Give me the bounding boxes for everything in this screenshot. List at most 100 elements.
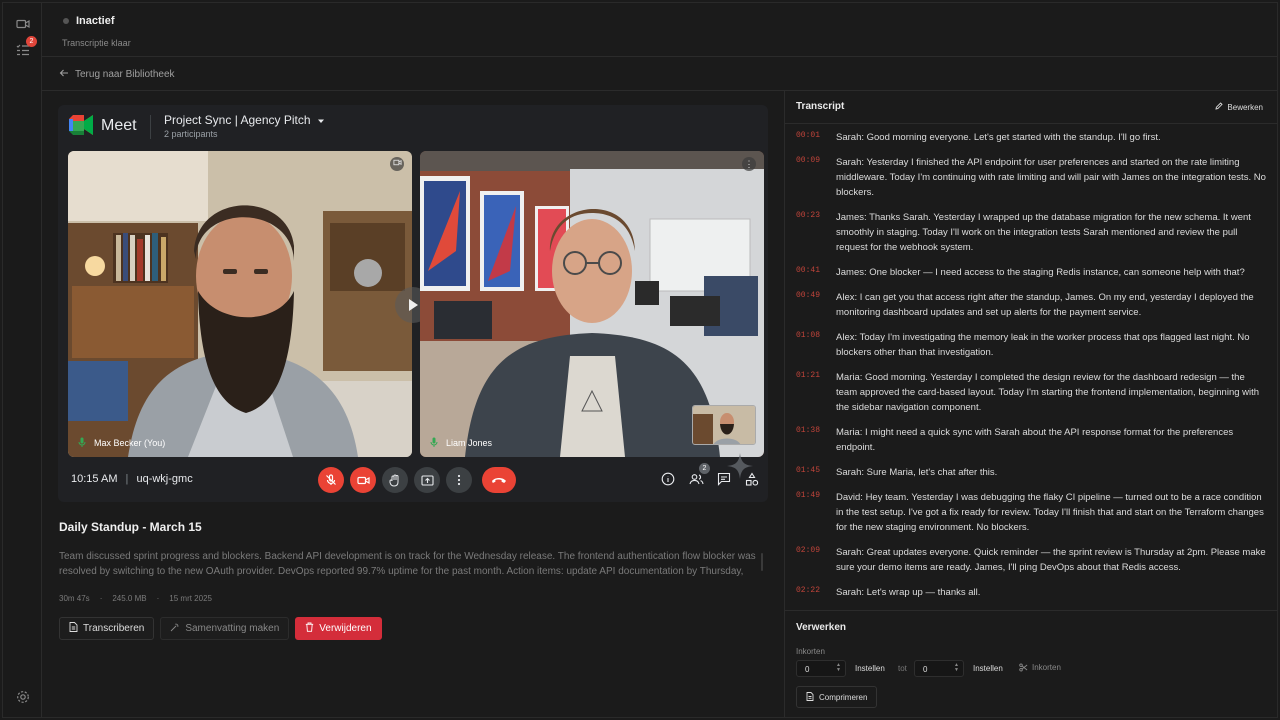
app-window: 2 Inactief Transcriptie klaar Terug naar… xyxy=(2,2,1278,718)
status-dot xyxy=(63,18,69,24)
timestamp[interactable]: 02:09 xyxy=(796,545,836,575)
end-call-button[interactable] xyxy=(482,467,516,493)
recording-size: 245.0 MB xyxy=(112,594,147,603)
process-title: Verwerken xyxy=(796,622,847,633)
compress-button[interactable]: Comprimeren xyxy=(796,686,878,708)
separator: · xyxy=(99,594,103,603)
edit-button[interactable]: Bewerken xyxy=(1215,102,1263,112)
participant-name: Max Becker (You) xyxy=(78,437,165,449)
meeting-time: 10:15 AM | uq-wkj-gmc xyxy=(71,473,193,485)
pencil-icon xyxy=(1215,102,1224,112)
separator: | xyxy=(125,473,129,485)
recording-title: Daily Standup - March 15 xyxy=(59,520,202,534)
meeting-time-text: 10:15 AM xyxy=(71,473,118,485)
wand-icon xyxy=(170,622,180,635)
participant-video xyxy=(68,151,412,457)
transcript-text: David: Hey team. Yesterday I was debuggi… xyxy=(836,492,1264,533)
transcript-line[interactable]: 01:49 David: Hey team. Yesterday I was de… xyxy=(796,490,1266,535)
timestamp[interactable]: 00:23 xyxy=(796,210,836,255)
present-screen-button[interactable] xyxy=(414,467,440,493)
trim-label: Inkorten xyxy=(796,647,825,656)
stepper-arrows-icon[interactable]: ▲ ▼ xyxy=(836,663,841,673)
arrow-left-icon xyxy=(59,68,69,81)
camera-icon[interactable] xyxy=(390,157,404,171)
timestamp[interactable]: 01:45 xyxy=(796,465,836,480)
stepper-arrows-icon[interactable]: ▲ ▼ xyxy=(954,663,959,673)
transcript-list: 00:01 Sarah: Good morning everyone. Let's… xyxy=(785,124,1278,610)
trim-button[interactable]: Inkorten xyxy=(1019,663,1061,674)
delete-button[interactable]: Verwijderen xyxy=(295,617,382,640)
file-icon xyxy=(806,691,814,703)
timestamp[interactable]: 00:49 xyxy=(796,290,836,320)
more-options-button[interactable] xyxy=(446,467,472,493)
timestamp[interactable]: 01:49 xyxy=(796,490,836,535)
breadcrumb: Terug naar Bibliotheek xyxy=(42,57,1277,91)
camera-off-button[interactable] xyxy=(350,467,376,493)
transcript-text: James: One blocker — I need access to th… xyxy=(836,267,1245,278)
timestamp[interactable]: 01:08 xyxy=(796,330,836,360)
transcript-line[interactable]: 00:23 James: Thanks Sarah. Yesterday I wr… xyxy=(796,210,1266,255)
trim-end-unit: Instellen xyxy=(973,664,1003,673)
meet-controls: 10:15 AM | uq-wkj-gmc 2 xyxy=(58,453,768,502)
back-link[interactable]: Terug naar Bibliotheek xyxy=(59,68,175,81)
transcript-text: Maria: Good morning. Yesterday I complet… xyxy=(836,372,1260,413)
mic-on-icon xyxy=(430,437,438,449)
summary-scrollbar[interactable] xyxy=(761,553,763,571)
transcript-line[interactable]: 01:08 Alex: Today I'm investigating the m… xyxy=(796,330,1266,360)
mic-off-button[interactable] xyxy=(318,467,344,493)
back-link-label: Terug naar Bibliotheek xyxy=(75,69,175,80)
transcript-line[interactable]: 00:09 Sarah: Yesterday I finished the API… xyxy=(796,155,1266,200)
transcript-text: Sarah: Sure Maria, let's chat after this… xyxy=(836,467,998,478)
timestamp[interactable]: 00:09 xyxy=(796,155,836,200)
document-icon xyxy=(69,622,78,635)
transcript-line[interactable]: 01:21 Maria: Good morning. Yesterday I co… xyxy=(796,370,1266,415)
trim-start-input[interactable]: 0 ▲ ▼ xyxy=(796,660,846,677)
trim-start-value: 0 xyxy=(805,665,810,674)
recording-actions: Transcriberen Samenvatting maken Verwijd… xyxy=(59,617,382,640)
transcript-panel: Transcript Bewerken 00:01 Sarah: Good mor… xyxy=(784,91,1278,717)
transcript-line[interactable]: 00:49 Alex: I can get you that access rig… xyxy=(796,290,1266,320)
video-icon[interactable] xyxy=(15,16,31,32)
trash-icon xyxy=(305,622,314,635)
transcript-line[interactable]: 02:09 Sarah: Great updates everyone. Quic… xyxy=(796,545,1266,575)
delete-button-label: Verwijderen xyxy=(319,623,372,634)
transcript-line[interactable]: 00:41 James: One blocker — I need access … xyxy=(796,265,1266,280)
timestamp[interactable]: 02:22 xyxy=(796,585,836,600)
transcript-line[interactable]: 01:45 Sarah: Sure Maria, let's chat after… xyxy=(796,465,1266,480)
status-label: Inactief xyxy=(76,15,115,27)
transcript-text: Sarah: Great updates everyone. Quick rem… xyxy=(836,547,1266,573)
participant-name-text: Liam Jones xyxy=(446,438,493,448)
transcript-line[interactable]: 02:22 Sarah: Let's wrap up — thanks all. xyxy=(796,585,1266,600)
participants-count: 2 participants xyxy=(164,129,218,139)
main-content: Meet Project Sync | Agency Pitch 2 parti… xyxy=(42,91,784,717)
edit-button-label: Bewerken xyxy=(1227,102,1263,112)
people-icon[interactable] xyxy=(689,472,705,488)
process-section: Verwerken Inkorten 0 ▲ ▼ Instellen tot 0 … xyxy=(785,610,1278,717)
meeting-code: uq-wkj-gmc xyxy=(136,473,193,485)
transcript-title: Transcript xyxy=(796,101,845,112)
timestamp[interactable]: 01:38 xyxy=(796,425,836,455)
meet-wordmark: Meet xyxy=(101,117,137,134)
meeting-title[interactable]: Project Sync | Agency Pitch xyxy=(164,113,325,127)
more-vertical-icon[interactable]: ⋮ xyxy=(742,157,756,171)
timestamp[interactable]: 01:21 xyxy=(796,370,836,415)
summarize-button[interactable]: Samenvatting maken xyxy=(160,617,290,640)
trim-start-unit: Instellen xyxy=(855,664,885,673)
trim-end-input[interactable]: 0 ▲ ▼ xyxy=(914,660,964,677)
transcript-line[interactable]: 01:38 Maria: I might need a quick sync wi… xyxy=(796,425,1266,455)
settings-icon[interactable] xyxy=(15,689,31,705)
self-view-thumbnail xyxy=(692,405,756,445)
info-icon[interactable] xyxy=(661,472,677,488)
transcript-text: Alex: Today I'm investigating the memory… xyxy=(836,332,1250,358)
google-meet-logo-icon xyxy=(69,115,93,135)
raise-hand-button[interactable] xyxy=(382,467,408,493)
timestamp[interactable]: 00:01 xyxy=(796,130,836,145)
transcribe-button[interactable]: Transcriberen xyxy=(59,617,155,640)
activities-icon[interactable] xyxy=(745,472,761,488)
trim-button-label: Inkorten xyxy=(1032,663,1061,672)
timestamp[interactable]: 00:41 xyxy=(796,265,836,280)
compress-button-label: Comprimeren xyxy=(819,692,868,702)
transcript-line[interactable]: 00:01 Sarah: Good morning everyone. Let's… xyxy=(796,130,1266,145)
transcript-text: Sarah: Yesterday I finished the API endp… xyxy=(836,157,1266,198)
meet-screenshot: Meet Project Sync | Agency Pitch 2 parti… xyxy=(58,105,768,502)
